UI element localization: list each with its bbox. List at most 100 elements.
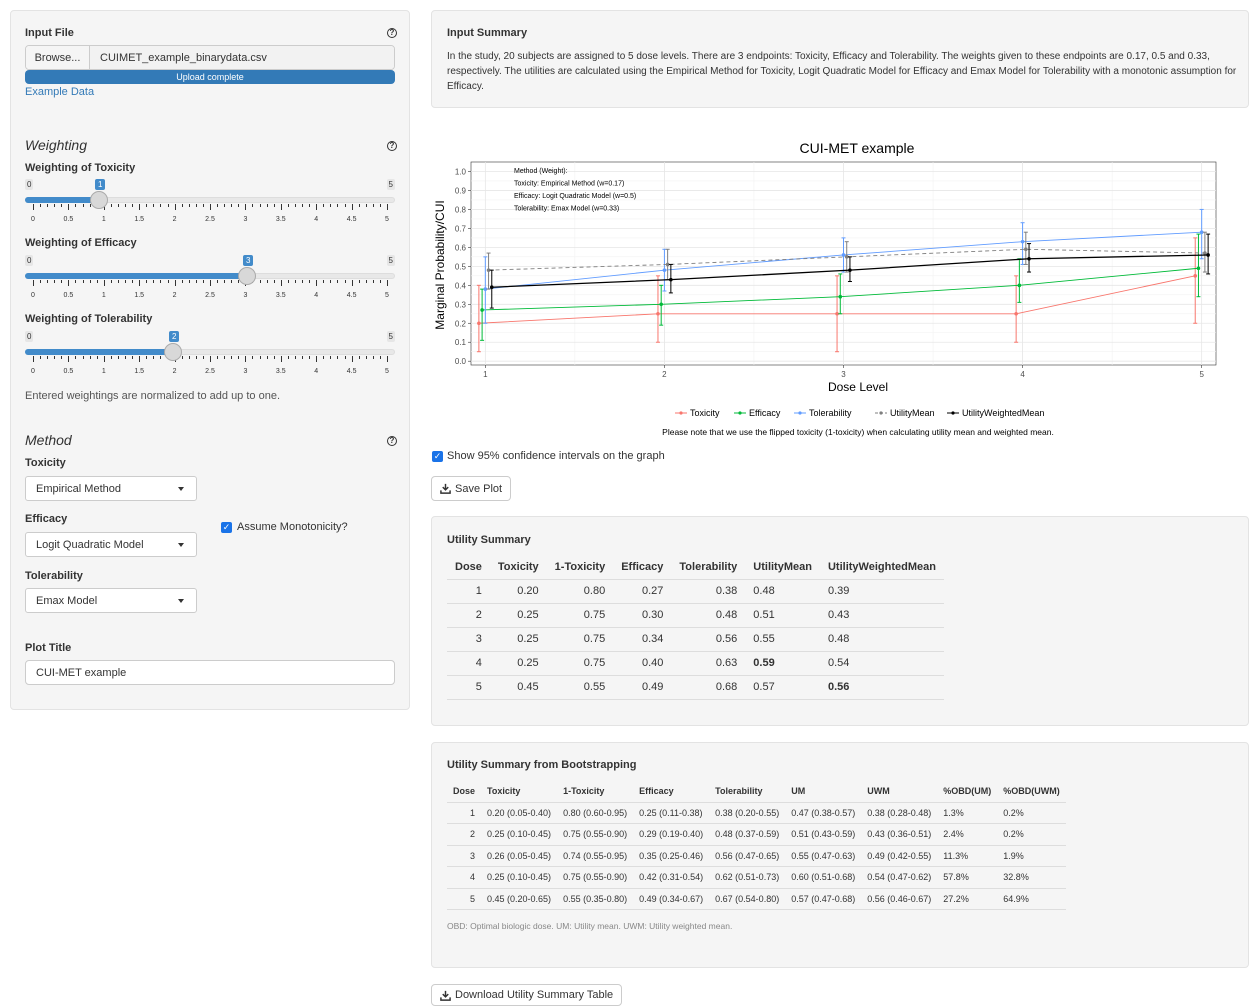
- slider-efficacy[interactable]: 0 5 3 0 0.5 1 1.5 2 2.5 3 3.5 4 4.5 5: [25, 255, 395, 313]
- legend-item: UtilityWeightedMean: [947, 408, 1044, 418]
- slider-tick: [202, 204, 204, 207]
- help-icon[interactable]: ?: [387, 28, 397, 38]
- slider-tick-label: 2.5: [205, 368, 215, 375]
- column-header: Toxicity: [497, 560, 539, 573]
- slider-tick-label: 1: [101, 292, 106, 299]
- x-tick-label: 2: [662, 370, 667, 379]
- slider-label-tolerability: Weighting of Tolerability: [25, 313, 153, 325]
- table-cell: 2: [470, 829, 476, 840]
- help-icon[interactable]: ?: [387, 141, 397, 151]
- slider-tick: [217, 356, 219, 359]
- slider-tick: [96, 280, 98, 283]
- plot-title-input[interactable]: CUI-MET example: [25, 660, 395, 685]
- table-cell: 0.67 (0.54-0.80): [715, 893, 780, 904]
- slider-tick-label: 4.5: [346, 216, 357, 223]
- table-cell: 2.4%: [943, 829, 964, 840]
- slider-tick: [259, 280, 261, 283]
- slider-tick-label: 4: [314, 368, 319, 375]
- download-icon: [440, 990, 451, 1001]
- legend-item: UtilityMean: [875, 408, 935, 418]
- slider-tick: [146, 204, 148, 207]
- slider-tick: [351, 204, 353, 210]
- annotation-line: Efficacy: Logit Quadratic Model (w=0.5): [514, 193, 636, 200]
- slider-tick: [61, 356, 63, 359]
- column-header: Dose: [455, 560, 482, 573]
- slider-ticks: 0 0.5 1 1.5 2 2.5 3 3.5 4 4.5 5: [25, 204, 395, 223]
- slider-value-badge: 1: [95, 179, 106, 190]
- table-row: 4 0.25 (0.10-0.45) 0.75 (0.55-0.90) 0.42 (0…: [447, 866, 1066, 889]
- data-point: [656, 311, 660, 316]
- legend-key-point: [879, 411, 883, 415]
- table-cell: 0.40: [641, 657, 664, 669]
- input-summary-title: Input Summary: [447, 27, 528, 39]
- table-cell: 0.25 (0.10-0.45): [487, 829, 552, 840]
- annotation-line: Method (Weight):: [514, 168, 568, 175]
- chevron-down-icon: [178, 543, 184, 547]
- column-header: UtilityMean: [753, 560, 812, 573]
- slider-tick-label: 0: [31, 292, 35, 299]
- slider-tick: [309, 280, 311, 283]
- column-header: Efficacy: [639, 785, 674, 796]
- toxicity-method-select[interactable]: Empirical Method: [25, 476, 197, 501]
- slider-handle[interactable]: [90, 191, 108, 209]
- example-data-link[interactable]: Example Data: [25, 86, 94, 98]
- y-tick-label: 0.6: [455, 243, 467, 252]
- slider-tick: [125, 280, 127, 283]
- save-plot-label: Save Plot: [455, 482, 503, 495]
- table-cell: 0.49 (0.34-0.67): [639, 893, 704, 904]
- table-cell: 0.2%: [1003, 807, 1024, 818]
- slider-tick-label: 2: [172, 292, 177, 299]
- column-header: Toxicity: [487, 785, 521, 796]
- table-cell: 0.25: [517, 609, 539, 621]
- slider-tick: [61, 204, 63, 207]
- slider-tick-label: 0.5: [63, 216, 74, 223]
- slider-tick-label: 4.5: [346, 292, 357, 299]
- slider-handle[interactable]: [238, 267, 256, 285]
- slider-tick: [238, 204, 240, 207]
- utility-summary-panel: Utility Summary Dose Toxicity 1-Toxicity Ef…: [431, 516, 1249, 726]
- table-cell: 4: [470, 872, 476, 883]
- legend-label: UtilityMean: [890, 408, 935, 418]
- slider-tick: [117, 356, 119, 359]
- slider-tick: [47, 204, 49, 207]
- slider-handle[interactable]: [164, 343, 182, 361]
- slider-toxicity[interactable]: 0 5 1 0 0.5 1 1.5 2 2.5 3 3.5 4 4.5 5: [25, 179, 395, 237]
- monotonicity-checkbox[interactable]: ✓: [221, 522, 232, 533]
- slider-tick: [125, 204, 127, 207]
- slider-tick: [54, 280, 56, 283]
- slider-tick: [174, 204, 176, 210]
- browse-button[interactable]: Browse...: [26, 46, 90, 69]
- slider-min-label: 0: [25, 255, 34, 266]
- slider-tick: [337, 356, 339, 359]
- slider-tick: [266, 204, 268, 207]
- slider-tick: [174, 280, 176, 286]
- table-cell: 0.43 (0.36-0.51): [867, 829, 932, 840]
- slider-tick: [132, 280, 134, 283]
- slider-tick: [188, 356, 190, 359]
- slider-tick-label: 3: [243, 216, 248, 223]
- slider-tick: [110, 280, 112, 283]
- y-tick-label: 0.7: [455, 224, 467, 233]
- slider-tick: [33, 356, 34, 362]
- table-cell: 0.62 (0.51-0.73): [715, 872, 780, 883]
- y-tick-label: 0.8: [455, 205, 467, 214]
- slider-tolerability[interactable]: 0 5 2 0 0.5 1 1.5 2 2.5 3 3.5 4 4.5 5: [25, 331, 395, 389]
- efficacy-method-select[interactable]: Logit Quadratic Model: [25, 532, 197, 557]
- help-icon[interactable]: ?: [387, 436, 397, 446]
- chevron-down-icon: [178, 487, 184, 491]
- slider-max-label: 5: [386, 255, 395, 266]
- file-input-group[interactable]: Browse... CUIMET_example_binarydata.csv: [25, 45, 395, 70]
- slider-tick: [323, 280, 325, 283]
- y-tick-label: 1.0: [455, 167, 467, 176]
- slider-tick: [330, 280, 332, 283]
- ci-checkbox[interactable]: ✓: [432, 451, 443, 462]
- table-cell: 11.3%: [943, 850, 969, 861]
- tolerability-method-select[interactable]: Emax Model: [25, 588, 197, 613]
- file-name-field[interactable]: CUIMET_example_binarydata.csv: [90, 46, 394, 69]
- table-cell: 0.26 (0.05-0.45): [487, 850, 552, 861]
- weighting-note: Entered weightings are normalized to add…: [25, 390, 280, 402]
- slider-max-label: 5: [386, 179, 395, 190]
- slider-tick: [167, 280, 169, 283]
- save-plot-button[interactable]: Save Plot: [431, 476, 512, 501]
- ci-checkbox-label: Show 95% confidence intervals on the gra…: [447, 450, 665, 462]
